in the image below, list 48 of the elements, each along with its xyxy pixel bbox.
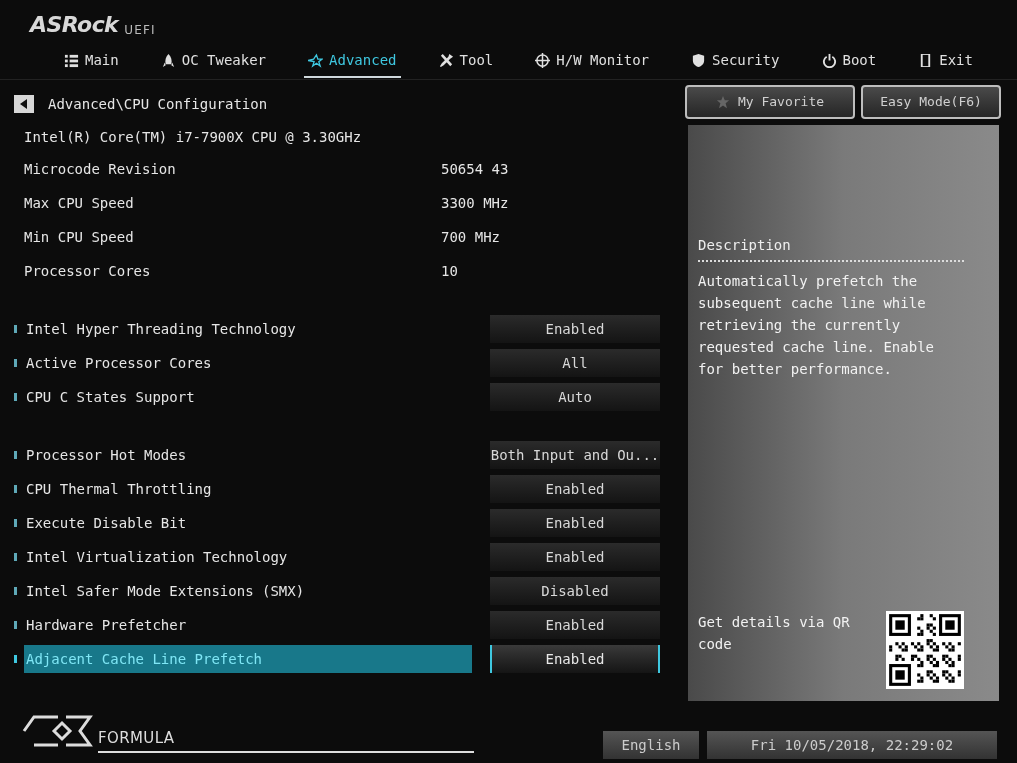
info-value: 700 MHz	[441, 227, 500, 247]
language-button[interactable]: English	[603, 731, 699, 759]
setting-label[interactable]: CPU C States Support	[24, 383, 472, 411]
info-label: Microcode Revision	[24, 159, 177, 179]
setting-value-button[interactable]: Enabled	[490, 509, 660, 537]
description-text: Automatically prefetch the subsequent cache line while retrieving the currently requested cache line. Enable for better performance.	[698, 272, 935, 379]
favorite-button[interactable]: My Favorite	[685, 85, 855, 119]
info-value: 50654 43	[441, 159, 509, 179]
menu-tab[interactable]: Advanced	[304, 45, 401, 78]
menu-tab[interactable]: H/W Monitor	[531, 45, 653, 78]
setting-value-button[interactable]: Enabled	[490, 315, 660, 343]
easy-mode-button[interactable]: Easy Mode(F6)	[861, 85, 1001, 119]
date-time: Fri 10/05/2018, 22:29:02	[707, 731, 997, 759]
setting-value-button[interactable]: Auto	[490, 383, 660, 411]
menu-tab[interactable]: Tool	[434, 45, 498, 78]
breadcrumb: Advanced\CPU Configuration	[48, 94, 268, 114]
menu-tab[interactable]: Exit	[914, 45, 977, 78]
info-label: Min CPU Speed	[24, 227, 135, 247]
info-label: Processor Cores	[24, 261, 152, 281]
setting-value-button[interactable]: Disabled	[490, 577, 660, 605]
info-label: Max CPU Speed	[24, 193, 135, 213]
setting-label[interactable]: Execute Disable Bit	[24, 509, 472, 537]
logo-suffix: UEFI	[124, 24, 156, 36]
setting-label[interactable]: Intel Virtualization Technology	[24, 543, 472, 571]
setting-label[interactable]: Hardware Prefetcher	[24, 611, 472, 639]
setting-label[interactable]: Intel Safer Mode Extensions (SMX)	[24, 577, 472, 605]
brand-logo: ASRock	[30, 14, 119, 36]
setting-label[interactable]: Intel Hyper Threading Technology	[24, 315, 472, 343]
setting-label[interactable]: CPU Thermal Throttling	[24, 475, 472, 503]
setting-label[interactable]: Active Processor Cores	[24, 349, 472, 377]
setting-value-button[interactable]: Enabled	[490, 645, 660, 673]
setting-value-button[interactable]: Enabled	[490, 611, 660, 639]
menu-tab[interactable]: Main	[60, 45, 123, 78]
description-title: Description	[698, 235, 964, 262]
menu-tab[interactable]: Boot	[817, 45, 881, 78]
info-value: 3300 MHz	[441, 193, 509, 213]
setting-label[interactable]: Adjacent Cache Line Prefetch	[24, 645, 472, 673]
setting-value-button[interactable]: Both Input and Ou...	[490, 441, 660, 469]
setting-value-button[interactable]: All	[490, 349, 660, 377]
setting-label[interactable]: Processor Hot Modes	[24, 441, 472, 469]
menu-tab[interactable]: Security	[687, 45, 784, 78]
qr-note: Get details via QR code	[698, 613, 851, 654]
setting-value-button[interactable]: Enabled	[490, 475, 660, 503]
info-value: 10	[441, 261, 458, 281]
formula-wordmark: FORMULA	[98, 726, 475, 753]
menu-tab[interactable]: OC Tweaker	[156, 45, 271, 78]
cpu-name: Intel(R) Core(TM) i7-7900X CPU @ 3.30GHz	[23, 127, 363, 147]
setting-value-button[interactable]: Enabled	[490, 543, 660, 571]
